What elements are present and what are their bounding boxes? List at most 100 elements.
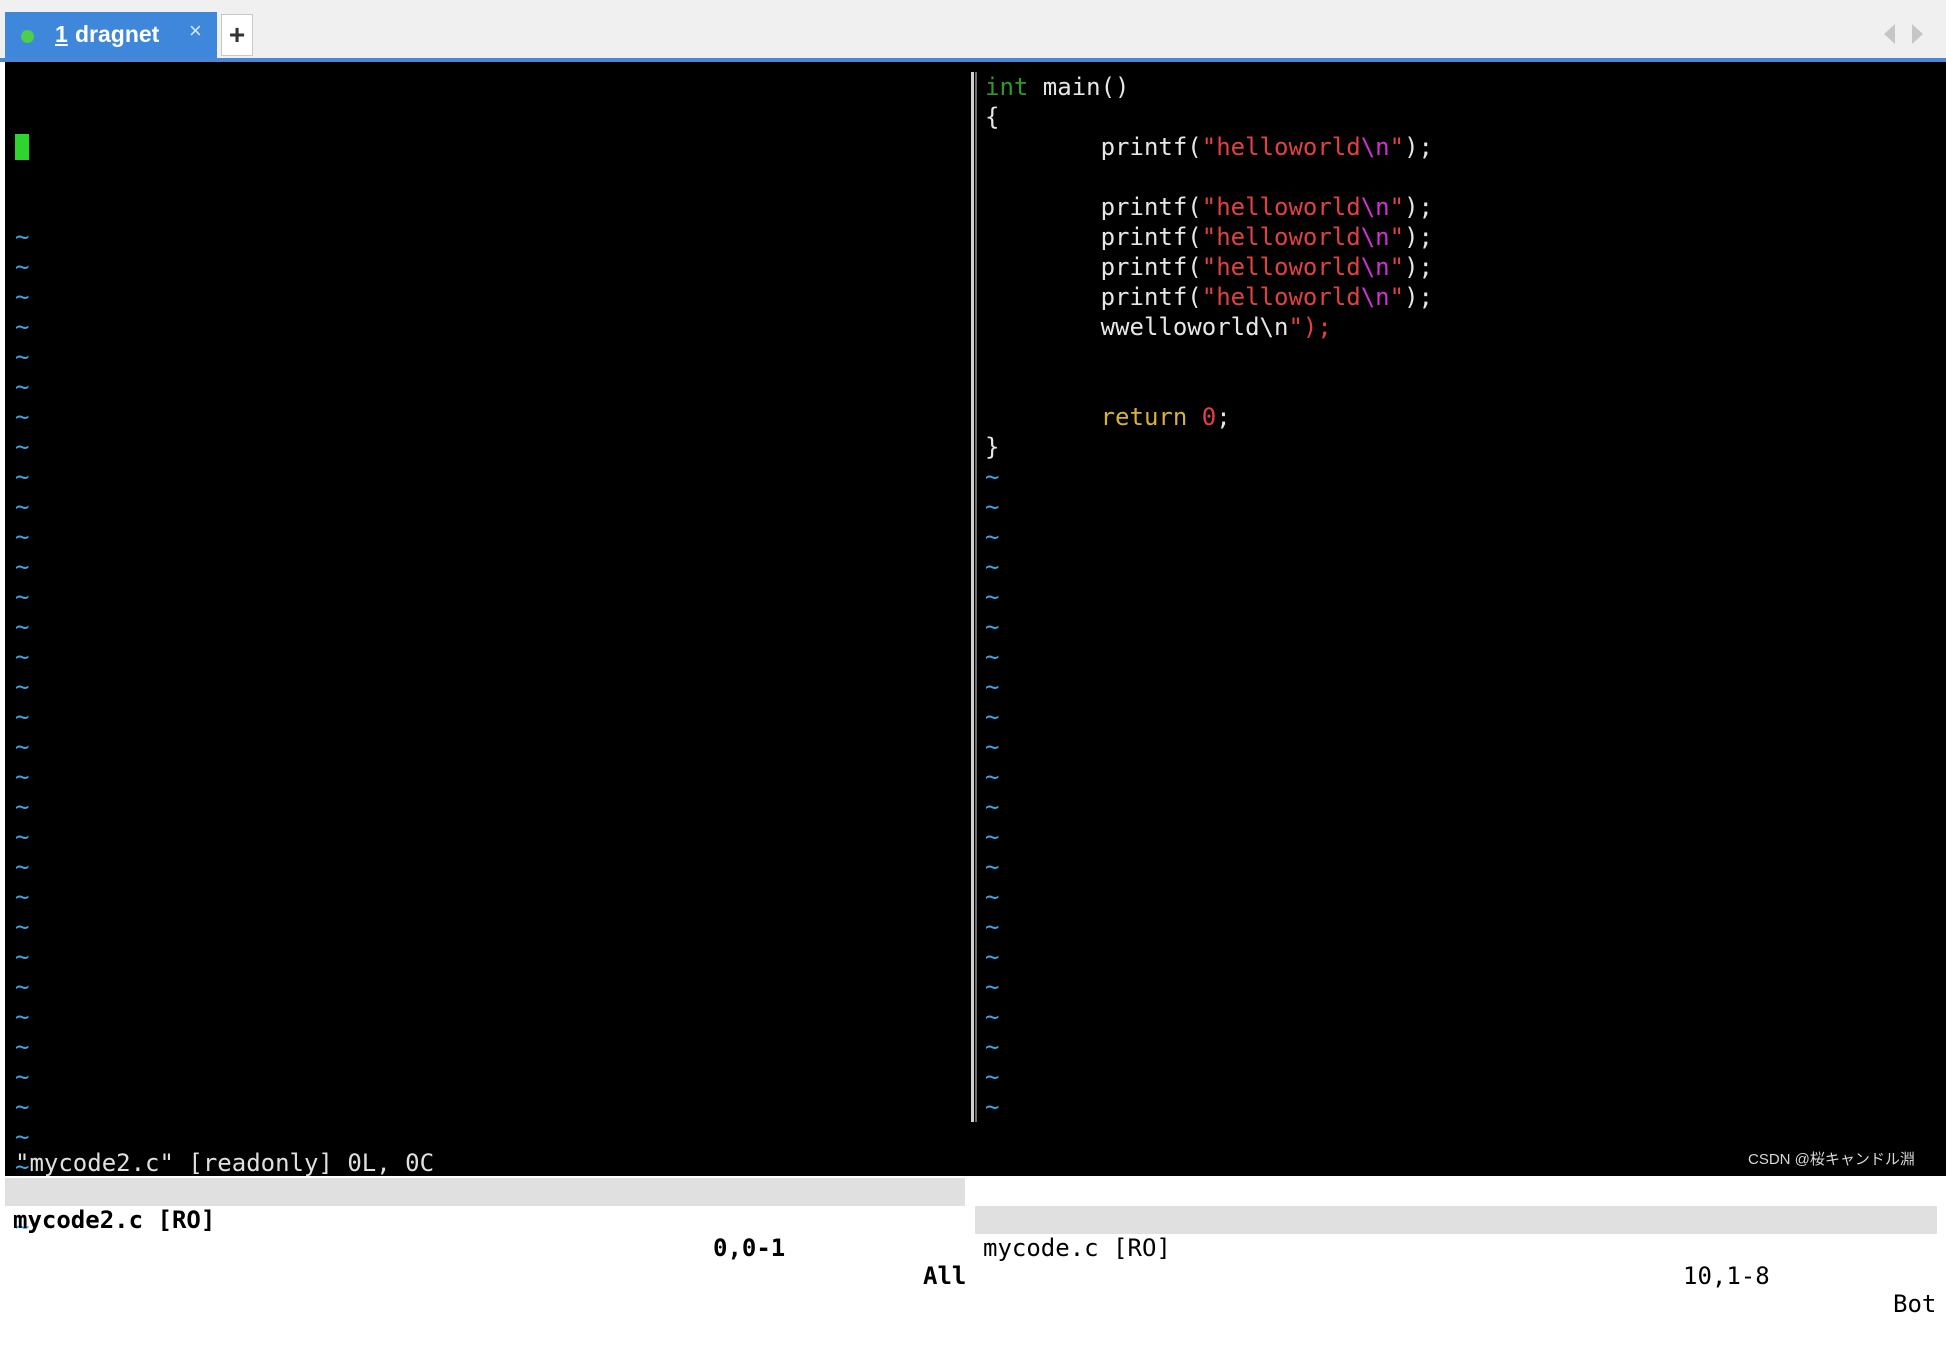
empty-line-tilde: ~ [15, 673, 30, 701]
scroll-right-icon[interactable] [1912, 24, 1923, 44]
status-left-filename: mycode2.c [RO] [13, 1206, 216, 1234]
code-token: " [1389, 133, 1405, 161]
status-right-position: 10,1-8 [1683, 1262, 1770, 1290]
empty-line-tilde: ~ [985, 763, 1000, 791]
empty-line-tilde: ~ [985, 463, 1000, 491]
left-editor-pane[interactable]: ~~~~~~~~~~~~~~~~~~~~~~~~~~~~~~~~~~ [15, 72, 73, 1242]
code-token: ); [1404, 283, 1433, 311]
empty-line-tilde: ~ [15, 643, 30, 671]
code-token: \n [1360, 133, 1390, 161]
empty-line-tilde: ~ [15, 1093, 30, 1121]
status-left-percent: All [923, 1262, 967, 1290]
command-line[interactable]: "mycode2.c" [readonly] 0L, 0C [15, 1150, 434, 1176]
code-line: } [985, 432, 1433, 462]
status-right: mycode.c [RO] 10,1-8 Bot [975, 1206, 1937, 1318]
code-line: printf("helloworld\n"); [985, 252, 1433, 282]
empty-line-tilde: ~ [15, 313, 30, 341]
empty-line-tilde: ~ [985, 883, 1000, 911]
code-token: printf( [985, 283, 1202, 311]
code-line: printf("helloworld\n"); [985, 132, 1433, 162]
code-token: } [985, 433, 1000, 461]
code-token: \n [1360, 253, 1390, 281]
code-token: \n [1360, 193, 1390, 221]
terminal-area[interactable]: ~~~~~~~~~~~~~~~~~~~~~~~~~~~~~~~~~~ int m… [5, 62, 1946, 1241]
code-token: "helloworld [1201, 223, 1361, 251]
empty-line-tilde: ~ [15, 1003, 30, 1031]
code-token: printf( [985, 253, 1202, 281]
empty-line-tilde: ~ [15, 493, 30, 521]
code-line: int main() [985, 72, 1433, 102]
empty-line-tilde: ~ [15, 433, 30, 461]
empty-line-tilde: ~ [15, 1033, 30, 1061]
empty-line-tilde: ~ [15, 403, 30, 431]
empty-line-tilde: ~ [985, 1093, 1000, 1121]
code-token: \n [1360, 223, 1390, 251]
empty-line-tilde: ~ [15, 733, 30, 761]
status-left-position: 0,0-1 [713, 1234, 786, 1262]
empty-line-tilde: ~ [985, 613, 1000, 641]
status-right-filename: mycode.c [RO] [983, 1234, 1171, 1262]
empty-line-tilde: ~ [15, 823, 30, 851]
empty-line-tilde: ~ [15, 973, 30, 1001]
empty-line-tilde: ~ [985, 973, 1000, 1001]
right-editor-pane[interactable]: int main(){ printf("helloworld\n"); prin… [985, 72, 1433, 1122]
empty-line-tilde: ~ [15, 853, 30, 881]
code-line: { [985, 102, 1433, 132]
code-token: "helloworld [1201, 133, 1361, 161]
cursor-line [15, 132, 73, 162]
code-token: int [985, 73, 1029, 101]
empty-line-tilde: ~ [985, 1033, 1000, 1061]
status-dot-icon [21, 30, 34, 43]
empty-line-tilde: ~ [985, 913, 1000, 941]
code-token: printf( [985, 133, 1202, 161]
empty-line-tilde: ~ [15, 763, 30, 791]
text-cursor [15, 134, 29, 160]
code-line: return 0; [985, 402, 1433, 432]
code-line: printf("helloworld\n"); [985, 222, 1433, 252]
code-token: "helloworld [1201, 283, 1361, 311]
code-token: " [1389, 283, 1405, 311]
empty-line-tilde: ~ [15, 253, 30, 281]
empty-line-tilde: ~ [985, 793, 1000, 821]
empty-line-tilde: ~ [15, 283, 30, 311]
tab-label: dragnet [75, 21, 160, 47]
code-token: printf( [985, 223, 1202, 251]
empty-line-tilde: ~ [985, 553, 1000, 581]
empty-line-tilde: ~ [985, 853, 1000, 881]
empty-line-tilde: ~ [15, 583, 30, 611]
empty-line-tilde: ~ [985, 703, 1000, 731]
vertical-split-separator[interactable] [968, 72, 980, 1122]
new-tab-button[interactable]: + [221, 14, 253, 56]
empty-line-tilde: ~ [985, 523, 1000, 551]
empty-line-tilde: ~ [15, 793, 30, 821]
empty-line-tilde: ~ [15, 613, 30, 641]
scroll-left-icon[interactable] [1884, 24, 1895, 44]
tab-bar: 1 dragnet × + [0, 0, 1946, 62]
empty-line-tilde: ~ [985, 493, 1000, 521]
code-token: "helloworld [1201, 193, 1361, 221]
empty-line-tilde: ~ [15, 943, 30, 971]
empty-line-tilde: ~ [15, 553, 30, 581]
status-left: mycode2.c [RO] 0,0-1 All [5, 1178, 966, 1290]
empty-line-tilde: ~ [985, 823, 1000, 851]
code-token: { [985, 103, 1000, 131]
empty-line-tilde: ~ [15, 703, 30, 731]
code-token: 0 [1201, 403, 1217, 431]
code-token: "); [1288, 313, 1332, 341]
code-token: ); [1404, 253, 1433, 281]
code-token: \n [1360, 283, 1390, 311]
empty-line-tilde: ~ [15, 463, 30, 491]
status-right-percent: Bot [1893, 1290, 1937, 1318]
code-line: wwelloworld\n"); [985, 312, 1433, 342]
empty-line-tilde: ~ [15, 523, 30, 551]
empty-line-tilde: ~ [985, 733, 1000, 761]
code-token: "helloworld [1201, 253, 1361, 281]
tab-session-dragnet[interactable]: 1 dragnet × [5, 12, 217, 58]
empty-line-tilde: ~ [15, 373, 30, 401]
empty-line-tilde: ~ [985, 943, 1000, 971]
tab-number: 1 [55, 21, 68, 47]
tab-close-icon[interactable]: × [189, 18, 202, 44]
empty-line-tilde: ~ [985, 1063, 1000, 1091]
